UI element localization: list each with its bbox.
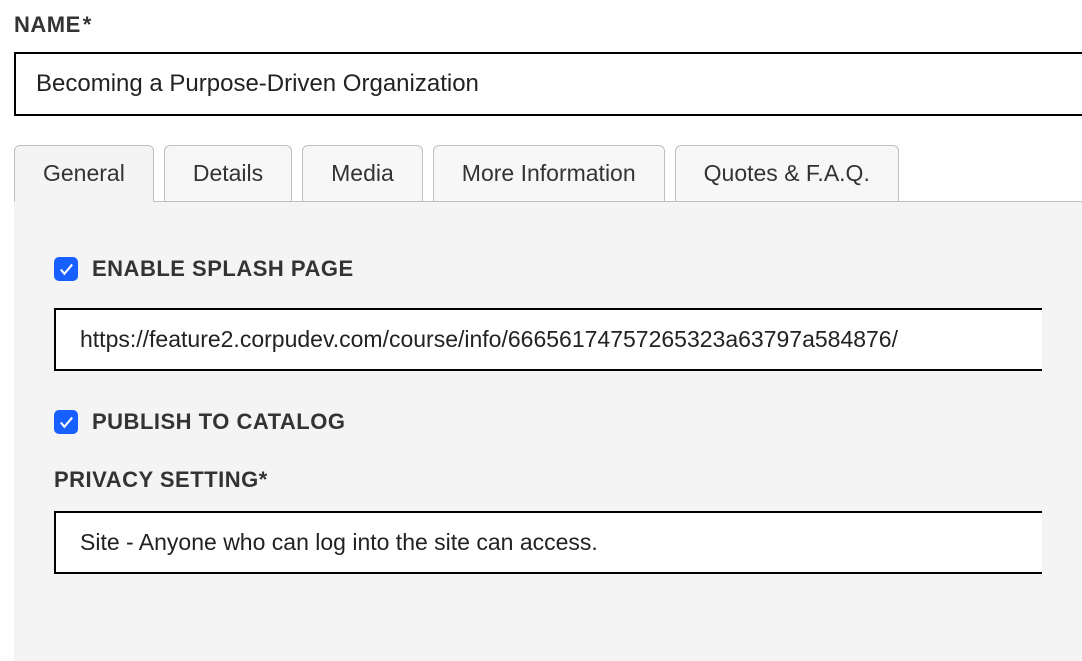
name-label-text: NAME	[14, 12, 81, 37]
name-label: NAME*	[14, 12, 1082, 38]
tab-quotes-faq[interactable]: Quotes & F.A.Q.	[675, 145, 899, 202]
privacy-setting-select[interactable]: Site - Anyone who can log into the site …	[54, 511, 1042, 574]
publish-catalog-checkbox[interactable]	[54, 410, 78, 434]
required-marker: *	[259, 467, 268, 492]
publish-catalog-row: PUBLISH TO CATALOG	[54, 409, 1042, 435]
tab-more-information[interactable]: More Information	[433, 145, 665, 202]
tabs-container: General Details Media More Information Q…	[14, 144, 1082, 661]
tab-details[interactable]: Details	[164, 145, 292, 202]
enable-splash-checkbox[interactable]	[54, 257, 78, 281]
enable-splash-label: ENABLE SPLASH PAGE	[92, 256, 354, 282]
tab-media[interactable]: Media	[302, 145, 423, 202]
tab-panel-general: ENABLE SPLASH PAGE https://feature2.corp…	[14, 201, 1082, 661]
privacy-setting-label: PRIVACY SETTING*	[54, 467, 1042, 493]
check-icon	[58, 414, 75, 431]
splash-url-display[interactable]: https://feature2.corpudev.com/course/inf…	[54, 308, 1042, 371]
enable-splash-row: ENABLE SPLASH PAGE	[54, 256, 1042, 282]
publish-catalog-label: PUBLISH TO CATALOG	[92, 409, 345, 435]
tab-general[interactable]: General	[14, 145, 154, 202]
required-marker: *	[83, 12, 92, 37]
name-input[interactable]	[14, 52, 1082, 116]
privacy-label-text: PRIVACY SETTING	[54, 467, 259, 492]
tabs: General Details Media More Information Q…	[14, 144, 1082, 201]
check-icon	[58, 261, 75, 278]
